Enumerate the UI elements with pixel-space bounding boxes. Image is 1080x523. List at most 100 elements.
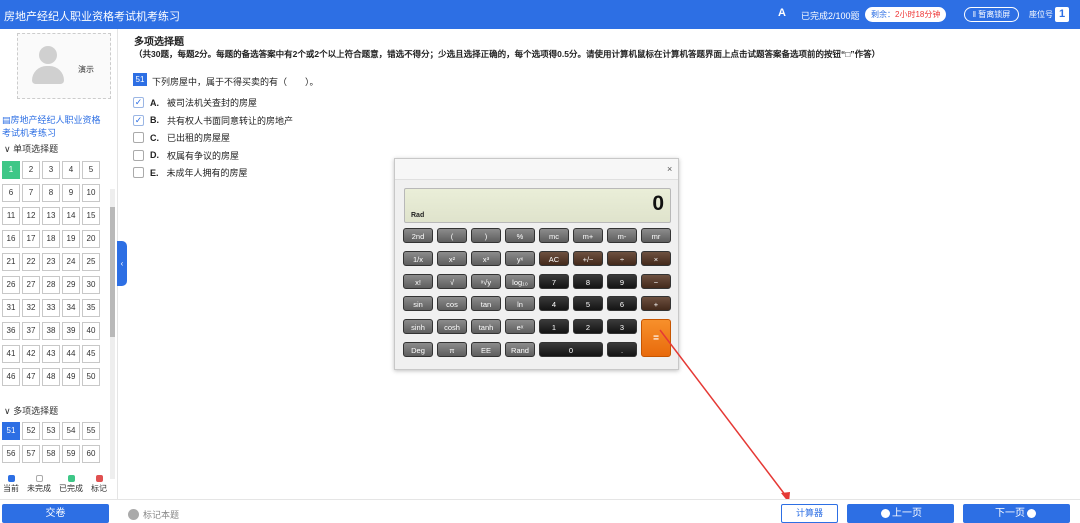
question-nav-button[interactable]: 15 — [82, 207, 100, 225]
calc-key[interactable]: 3 — [607, 319, 637, 334]
question-nav-button[interactable]: 33 — [42, 299, 60, 317]
question-nav-button[interactable]: 25 — [82, 253, 100, 271]
question-nav-button[interactable]: 4 — [62, 161, 80, 179]
question-nav-button[interactable]: 55 — [82, 422, 100, 440]
calc-key[interactable]: 8 — [573, 274, 603, 289]
question-nav-button[interactable]: 22 — [22, 253, 40, 271]
checkbox-checked-icon[interactable]: ✓ — [133, 97, 144, 108]
calc-key[interactable]: log₁₀ — [505, 274, 535, 289]
calc-key[interactable]: tanh — [471, 319, 501, 334]
calc-key[interactable]: cosh — [437, 319, 467, 334]
collapse-sidebar-button[interactable]: ‹ — [117, 241, 127, 286]
calc-key[interactable]: % — [505, 228, 535, 243]
calc-key[interactable]: sinh — [403, 319, 433, 334]
question-nav-button[interactable]: 59 — [62, 445, 80, 463]
question-nav-button[interactable]: 6 — [2, 184, 20, 202]
calc-key[interactable]: AC — [539, 251, 569, 266]
calc-key[interactable]: x! — [403, 274, 433, 289]
mark-question-button[interactable]: 标记本题 — [128, 508, 179, 521]
calc-key[interactable]: 9 — [607, 274, 637, 289]
question-nav-button[interactable]: 2 — [22, 161, 40, 179]
question-nav-button[interactable]: 37 — [22, 322, 40, 340]
question-nav-button[interactable]: 44 — [62, 345, 80, 363]
question-nav-button[interactable]: 9 — [62, 184, 80, 202]
checkbox-checked-icon[interactable]: ✓ — [133, 114, 144, 126]
question-nav-button[interactable]: 18 — [42, 230, 60, 248]
calc-key[interactable]: EE — [471, 342, 501, 357]
question-nav-button[interactable]: 17 — [22, 230, 40, 248]
question-nav-button[interactable]: 20 — [82, 230, 100, 248]
calc-key[interactable]: − — [641, 274, 671, 289]
calc-key[interactable]: Rand — [505, 342, 535, 357]
question-nav-button[interactable]: 47 — [22, 368, 40, 386]
question-nav-button[interactable]: 3 — [42, 161, 60, 179]
question-nav-button[interactable]: 45 — [82, 345, 100, 363]
question-nav-button[interactable]: 43 — [42, 345, 60, 363]
question-nav-button[interactable]: 8 — [42, 184, 60, 202]
question-nav-button[interactable]: 35 — [82, 299, 100, 317]
font-size-icon[interactable]: A — [778, 7, 786, 19]
question-nav-button[interactable]: 34 — [62, 299, 80, 317]
checkbox-icon[interactable] — [133, 132, 144, 143]
question-nav-button[interactable]: 14 — [62, 207, 80, 225]
submit-exam-button[interactable]: 交卷 — [2, 504, 109, 523]
close-icon[interactable]: × — [667, 164, 672, 174]
question-nav-button[interactable]: 32 — [22, 299, 40, 317]
option-d[interactable]: D. 权属有争议的房屋 — [133, 149, 239, 162]
question-nav-button[interactable]: 54 — [62, 422, 80, 440]
question-nav-button[interactable]: 42 — [22, 345, 40, 363]
question-nav-button[interactable]: 40 — [82, 322, 100, 340]
question-nav-button[interactable]: 49 — [62, 368, 80, 386]
calc-key[interactable]: cos — [437, 296, 467, 311]
question-nav-button[interactable]: 10 — [82, 184, 100, 202]
option-a[interactable]: ✓ A. 被司法机关查封的房屋 — [133, 96, 257, 109]
calc-key[interactable]: ln — [505, 296, 535, 311]
question-nav-button[interactable]: 11 — [2, 207, 20, 225]
calc-key[interactable]: eˣ — [505, 319, 535, 334]
calc-key[interactable]: 6 — [607, 296, 637, 311]
next-page-button[interactable]: 下一页 — [963, 504, 1070, 523]
question-nav-button[interactable]: 30 — [82, 276, 100, 294]
question-nav-button[interactable]: 39 — [62, 322, 80, 340]
calc-key[interactable]: ( — [437, 228, 467, 243]
calc-key[interactable]: tan — [471, 296, 501, 311]
question-nav-button[interactable]: 12 — [22, 207, 40, 225]
question-nav-button[interactable]: 48 — [42, 368, 60, 386]
question-nav-button[interactable]: 31 — [2, 299, 20, 317]
calc-key[interactable]: mc — [539, 228, 569, 243]
pause-lock-button[interactable]: ‖ 暂离锁屏 — [964, 7, 1019, 22]
calculator-titlebar[interactable]: × — [395, 159, 678, 180]
course-link[interactable]: ▤房地产经纪人职业资格考试机考练习 — [2, 114, 102, 140]
calc-key[interactable]: x² — [437, 251, 467, 266]
question-nav-button[interactable]: 38 — [42, 322, 60, 340]
question-nav-button[interactable]: 57 — [22, 445, 40, 463]
calc-key[interactable]: π — [437, 342, 467, 357]
question-nav-button[interactable]: 27 — [22, 276, 40, 294]
question-nav-button[interactable]: 53 — [42, 422, 60, 440]
question-nav-button[interactable]: 19 — [62, 230, 80, 248]
question-nav-button[interactable]: 7 — [22, 184, 40, 202]
checkbox-icon[interactable] — [133, 149, 144, 161]
calc-key[interactable]: + — [641, 296, 671, 311]
question-nav-button[interactable]: 1 — [2, 161, 20, 179]
calc-key[interactable]: m- — [607, 228, 637, 243]
question-nav-button[interactable]: 56 — [2, 445, 20, 463]
calc-key[interactable]: . — [607, 342, 637, 357]
calc-key[interactable]: m+ — [573, 228, 603, 243]
question-nav-button[interactable]: 26 — [2, 276, 20, 294]
calc-key[interactable]: × — [641, 251, 671, 266]
calc-key[interactable]: x³ — [471, 251, 501, 266]
calc-key[interactable]: sin — [403, 296, 433, 311]
calc-key[interactable]: 2nd — [403, 228, 433, 243]
calc-key[interactable]: ˣ√y — [471, 274, 501, 289]
question-nav-button[interactable]: 21 — [2, 253, 20, 271]
calc-key[interactable]: √ — [437, 274, 467, 289]
section-single-toggle[interactable]: ∨ 单项选择题 — [4, 142, 58, 155]
calc-key[interactable]: 4 — [539, 296, 569, 311]
checkbox-icon[interactable] — [133, 167, 144, 178]
calculator-button[interactable]: 计算器 — [781, 504, 838, 523]
option-e[interactable]: E. 未成年人拥有的房屋 — [133, 166, 248, 179]
calc-key[interactable]: ÷ — [607, 251, 637, 266]
calc-key[interactable]: ) — [471, 228, 501, 243]
question-nav-button[interactable]: 5 — [82, 161, 100, 179]
